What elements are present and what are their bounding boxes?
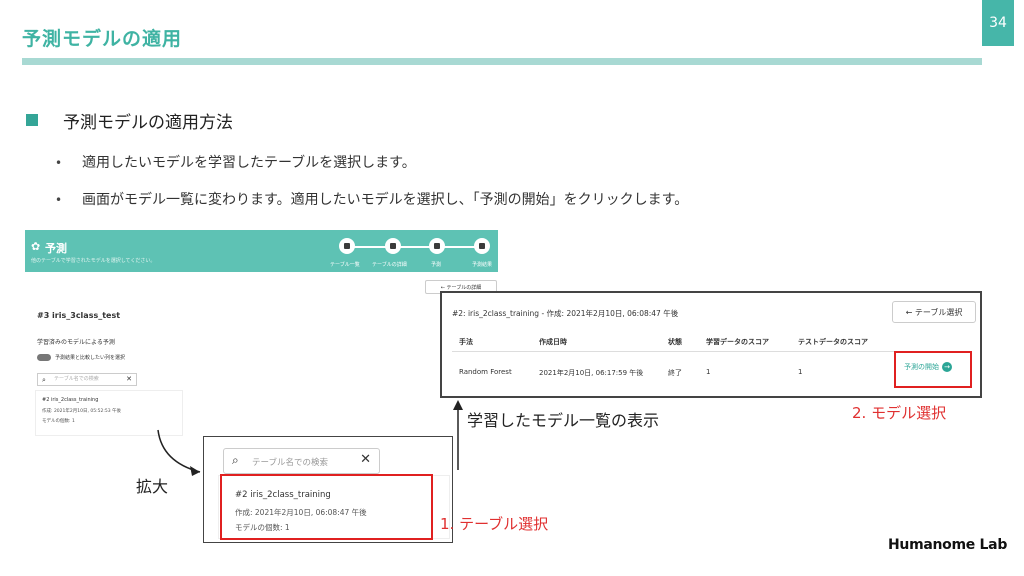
model-list-label: 学習したモデル一覧の表示	[467, 411, 660, 430]
company-logo: Humanome Lab	[888, 537, 1008, 553]
zoom-label: 拡大	[136, 477, 169, 496]
step2-label: 2. モデル選択	[852, 404, 947, 422]
zoom-arrow	[157, 429, 201, 473]
up-arrowhead	[453, 400, 463, 410]
step1-label: 1. テーブル選択	[440, 515, 549, 533]
